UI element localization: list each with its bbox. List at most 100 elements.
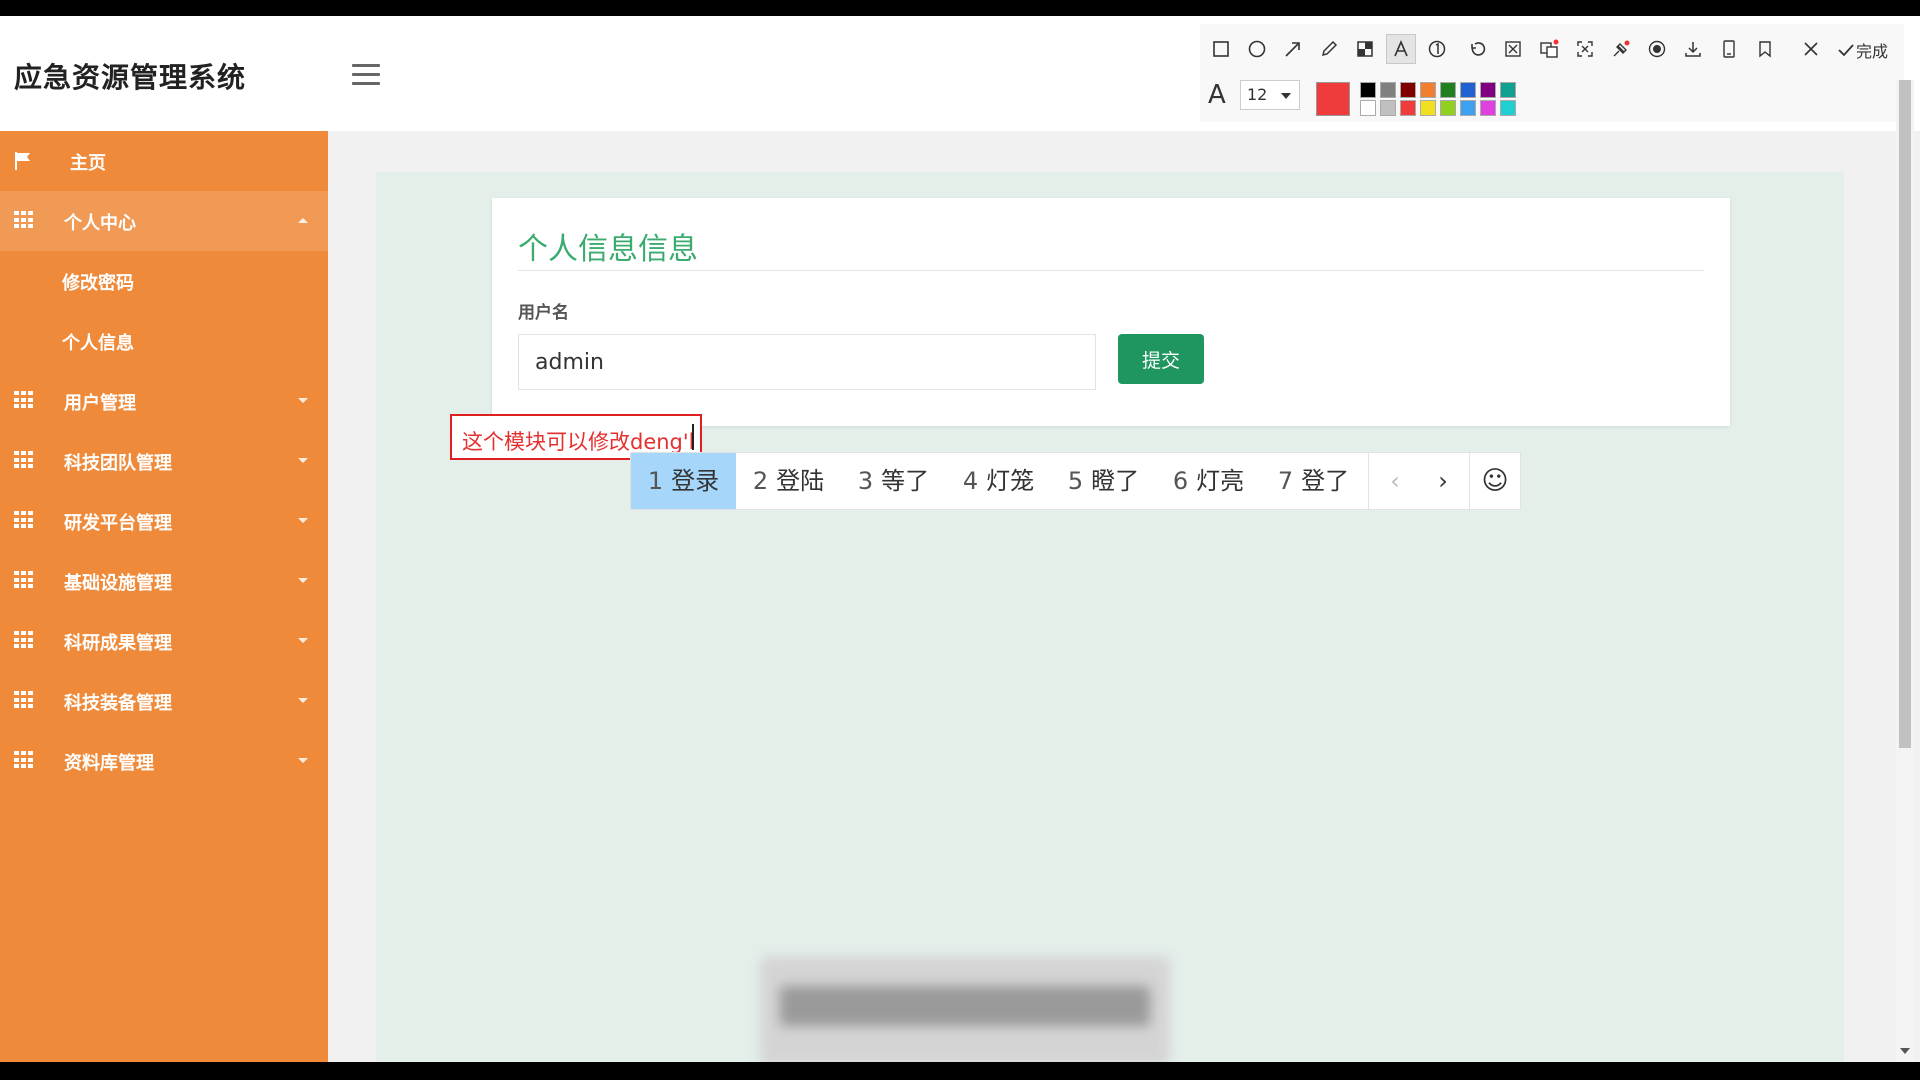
- sidebar-item-home[interactable]: 主页: [0, 131, 328, 191]
- flag-icon: [15, 152, 30, 170]
- scroll-down-arrow-icon[interactable]: [1900, 1048, 1910, 1054]
- ime-candidate[interactable]: 4 灯笼: [946, 453, 1051, 509]
- text-tool-icon[interactable]: [1386, 34, 1416, 64]
- translate-icon[interactable]: [1534, 34, 1564, 64]
- grid-icon: [14, 391, 34, 409]
- rectangle-tool-icon[interactable]: [1206, 34, 1236, 64]
- color-swatch[interactable]: [1380, 82, 1396, 98]
- chevron-up-icon: [298, 218, 308, 223]
- ime-candidate-bar: 1 登录 2 登陆 3 等了 4 灯笼 5 瞪了 6 灯亮 7 登了 ‹ › ☺: [630, 452, 1521, 510]
- sidebar-item-label: 科技装备管理: [64, 693, 172, 714]
- username-input[interactable]: [518, 334, 1096, 390]
- ime-candidate[interactable]: 2 登陆: [736, 453, 841, 509]
- font-size-select[interactable]: 12: [1240, 80, 1300, 110]
- emoji-icon[interactable]: ☺: [1471, 453, 1519, 509]
- grid-icon: [14, 511, 34, 529]
- sidebar-item-label: 主页: [70, 153, 106, 174]
- divider: [1469, 453, 1470, 509]
- color-swatch[interactable]: [1440, 82, 1456, 98]
- sidebar-item-user-management[interactable]: 用户管理: [0, 371, 328, 431]
- hamburger-menu-icon[interactable]: [352, 64, 380, 88]
- sidebar-item-label: 资料库管理: [64, 753, 154, 774]
- ime-candidate[interactable]: 1 登录: [631, 453, 736, 509]
- divider: [518, 270, 1704, 271]
- submit-button[interactable]: 提交: [1118, 334, 1204, 384]
- color-swatch[interactable]: [1460, 82, 1476, 98]
- grid-icon: [14, 211, 34, 229]
- font-size-value: 12: [1247, 85, 1268, 104]
- chevron-down-icon: [298, 578, 308, 583]
- color-swatch[interactable]: [1500, 82, 1516, 98]
- ime-candidate[interactable]: 3 等了: [841, 453, 946, 509]
- font-size-icon: A: [1208, 80, 1226, 110]
- sidebar-item-tech-equipment[interactable]: 科技装备管理: [0, 671, 328, 731]
- sidebar-item-infrastructure[interactable]: 基础设施管理: [0, 551, 328, 611]
- color-swatch[interactable]: [1460, 100, 1476, 116]
- personal-info-form: 个人信息信息 用户名 提交: [492, 198, 1730, 426]
- color-swatch[interactable]: [1380, 100, 1396, 116]
- finish-button[interactable]: 完成: [1836, 36, 1888, 64]
- app-title: 应急资源管理系统: [14, 61, 247, 94]
- close-icon[interactable]: [1796, 34, 1826, 64]
- sidebar: 主页 个人中心 修改密码 个人信息 用户管理 科技团队管理 研发平台管理 基础设…: [0, 131, 328, 1062]
- ime-prev-page-icon[interactable]: ‹: [1371, 453, 1419, 509]
- color-swatch[interactable]: [1360, 100, 1376, 116]
- pencil-tool-icon[interactable]: [1314, 34, 1344, 64]
- scrollbar[interactable]: [1896, 80, 1914, 1062]
- pin-icon[interactable]: [1606, 34, 1636, 64]
- current-color-swatch[interactable]: [1316, 82, 1350, 116]
- check-icon: [1838, 44, 1854, 57]
- text-cursor: [692, 424, 694, 450]
- grid-icon: [14, 571, 34, 589]
- chevron-down-icon: [1281, 93, 1291, 99]
- ellipse-tool-icon[interactable]: [1242, 34, 1272, 64]
- sidebar-item-tech-team[interactable]: 科技团队管理: [0, 431, 328, 491]
- sidebar-item-rd-platform[interactable]: 研发平台管理: [0, 491, 328, 551]
- arrow-tool-icon[interactable]: [1278, 34, 1308, 64]
- color-swatch[interactable]: [1420, 100, 1436, 116]
- sidebar-item-label: 科研成果管理: [64, 633, 172, 654]
- ime-next-page-icon[interactable]: ›: [1419, 453, 1467, 509]
- form-title: 个人信息信息: [518, 232, 698, 267]
- ime-candidate[interactable]: 6 灯亮: [1156, 453, 1261, 509]
- record-icon[interactable]: [1642, 34, 1672, 64]
- undo-icon[interactable]: [1462, 34, 1492, 64]
- color-swatch[interactable]: [1420, 82, 1436, 98]
- color-swatch[interactable]: [1440, 100, 1456, 116]
- sidebar-item-label: 修改密码: [62, 273, 134, 294]
- color-swatch[interactable]: [1400, 82, 1416, 98]
- sidebar-item-label: 科技团队管理: [64, 453, 172, 474]
- grid-icon: [14, 451, 34, 469]
- number-marker-icon[interactable]: [1422, 34, 1452, 64]
- username-label: 用户名: [518, 303, 569, 323]
- sidebar-item-label: 用户管理: [64, 393, 136, 414]
- sidebar-item-research-results[interactable]: 科研成果管理: [0, 611, 328, 671]
- app-window: 应急资源管理系统 80x80 主页 个人中心 修改密码 个人信息: [0, 16, 1920, 1062]
- color-swatch[interactable]: [1400, 100, 1416, 116]
- color-swatch[interactable]: [1480, 100, 1496, 116]
- sidebar-item-personal-center[interactable]: 个人中心: [0, 191, 328, 251]
- sidebar-item-label: 基础设施管理: [64, 573, 172, 594]
- download-icon[interactable]: [1678, 34, 1708, 64]
- sidebar-item-label: 个人中心: [64, 213, 136, 234]
- mobile-icon[interactable]: [1714, 34, 1744, 64]
- chevron-down-icon: [298, 398, 308, 403]
- color-swatch[interactable]: [1360, 82, 1376, 98]
- sidebar-subitem-personal-info[interactable]: 个人信息: [0, 311, 328, 371]
- finish-label: 完成: [1856, 42, 1889, 61]
- mosaic-tool-icon[interactable]: [1350, 34, 1380, 64]
- chevron-down-icon: [298, 638, 308, 643]
- sidebar-item-library[interactable]: 资料库管理: [0, 731, 328, 791]
- ocr-icon[interactable]: [1570, 34, 1600, 64]
- sidebar-subitem-change-password[interactable]: 修改密码: [0, 251, 328, 311]
- chevron-down-icon: [298, 758, 308, 763]
- ime-candidate[interactable]: 7 登了: [1261, 453, 1366, 509]
- ime-candidate[interactable]: 5 瞪了: [1051, 453, 1156, 509]
- scrollbar-thumb[interactable]: [1899, 80, 1911, 748]
- color-swatch[interactable]: [1500, 100, 1516, 116]
- color-swatch[interactable]: [1480, 82, 1496, 98]
- cutout-icon[interactable]: [1498, 34, 1528, 64]
- bookmark-icon[interactable]: [1750, 34, 1780, 64]
- grid-icon: [14, 751, 34, 769]
- chevron-down-icon: [298, 518, 308, 523]
